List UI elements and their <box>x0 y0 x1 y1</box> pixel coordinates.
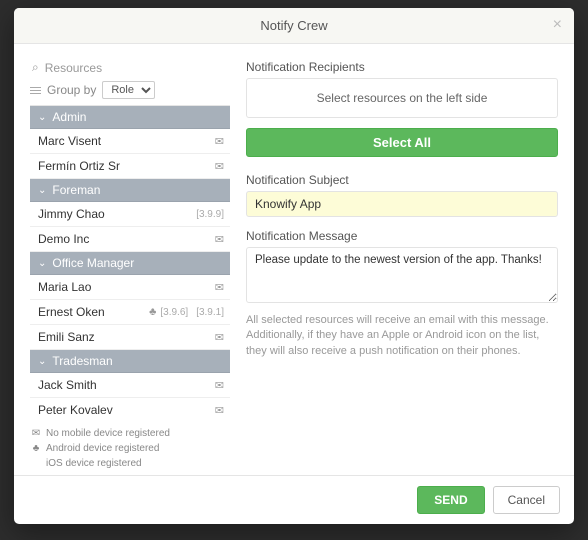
group-name: Foreman <box>52 183 100 197</box>
resource-row[interactable]: Peter Kovalev ✉ <box>30 398 230 418</box>
resource-row[interactable]: Fermín Ortiz Sr ✉ <box>30 154 230 179</box>
search-placeholder: Resources <box>45 61 102 75</box>
resource-row[interactable]: Ernest Oken ♣ [3.9.6] [3.9.1] <box>30 300 230 325</box>
notify-crew-modal: Notify Crew × ⌕ Resources Group by Role … <box>14 8 574 524</box>
group-header[interactable]: ⌄ Admin <box>30 106 230 129</box>
modal-header: Notify Crew × <box>14 8 574 44</box>
resources-panel: ⌕ Resources Group by Role ⌄ Admin Marc Vis… <box>30 58 230 471</box>
resource-row[interactable]: Maria Lao ✉ <box>30 275 230 300</box>
device-legend: ✉ No mobile device registered ♣ Android de… <box>30 426 230 471</box>
group-header[interactable]: ⌄ Foreman <box>30 179 230 202</box>
version-badge: [3.9.6] <box>160 307 188 318</box>
mail-icon: ✉ <box>215 233 224 246</box>
modal-footer: SEND Cancel <box>14 475 574 524</box>
group-name: Admin <box>52 110 86 124</box>
chevron-down-icon: ⌄ <box>38 112 46 123</box>
resource-name: Jimmy Chao <box>38 207 105 221</box>
chevron-down-icon: ⌄ <box>38 356 46 367</box>
device-badges: ✉ <box>215 379 224 392</box>
group-by-select[interactable]: Role <box>102 81 155 99</box>
close-button[interactable]: × <box>553 16 562 34</box>
chevron-down-icon: ⌄ <box>38 258 46 269</box>
resource-row[interactable]: Demo Inc ✉ <box>30 227 230 252</box>
device-badges: ♣ [3.9.6] [3.9.1] <box>149 306 224 318</box>
modal-title: Notify Crew <box>260 18 327 33</box>
resource-name: Maria Lao <box>38 280 91 294</box>
resource-row[interactable]: Jimmy Chao [3.9.9] <box>30 202 230 227</box>
subject-input[interactable] <box>246 191 558 217</box>
resource-name: Peter Kovalev <box>38 403 113 417</box>
device-badges: ✉ <box>215 135 224 148</box>
device-badges: ✉ <box>215 331 224 344</box>
mail-icon: ✉ <box>215 404 224 417</box>
group-by-label: Group by <box>47 83 96 97</box>
device-badges: ✉ <box>215 160 224 173</box>
chevron-down-icon: ⌄ <box>38 185 46 196</box>
android-icon: ♣ <box>149 306 156 318</box>
device-badges: ✉ <box>215 233 224 246</box>
group-header[interactable]: ⌄ Tradesman <box>30 350 230 373</box>
legend-ios: iOS device registered <box>46 456 142 471</box>
android-icon: ♣ <box>30 441 42 456</box>
group-name: Office Manager <box>52 256 134 270</box>
notification-form: Notification Recipients Select resources… <box>246 58 558 471</box>
resource-name: Ernest Oken <box>38 305 105 319</box>
legend-mail: No mobile device registered <box>46 426 170 441</box>
mail-icon: ✉ <box>215 281 224 294</box>
search-icon: ⌕ <box>32 60 39 75</box>
send-button[interactable]: SEND <box>417 486 484 514</box>
message-label: Notification Message <box>246 229 558 243</box>
resource-name: Emili Sanz <box>38 330 95 344</box>
message-textarea[interactable] <box>246 247 558 303</box>
resource-name: Marc Visent <box>38 134 101 148</box>
select-all-button[interactable]: Select All <box>246 128 558 157</box>
mail-icon: ✉ <box>215 379 224 392</box>
resource-search[interactable]: ⌕ Resources <box>30 58 230 79</box>
group-name: Tradesman <box>52 354 112 368</box>
resource-name: Demo Inc <box>38 232 89 246</box>
modal-body: ⌕ Resources Group by Role ⌄ Admin Marc Vis… <box>14 44 574 475</box>
group-header[interactable]: ⌄ Office Manager <box>30 252 230 275</box>
resource-name: Jack Smith <box>38 378 97 392</box>
mail-icon: ✉ <box>215 331 224 344</box>
resource-row[interactable]: Marc Visent ✉ <box>30 129 230 154</box>
help-text: All selected resources will receive an e… <box>246 313 558 359</box>
subject-label: Notification Subject <box>246 173 558 187</box>
version-badge: [3.9.9] <box>196 209 224 220</box>
resource-name: Fermín Ortiz Sr <box>38 159 120 173</box>
hamburger-icon <box>30 85 41 96</box>
device-badges: [3.9.9] <box>192 209 224 220</box>
device-badges: ✉ <box>215 281 224 294</box>
recipients-box: Select resources on the left side <box>246 78 558 118</box>
resource-list: ⌄ Admin Marc Visent ✉ Fermín Ortiz Sr ✉ ⌄ Forem… <box>30 105 230 418</box>
cancel-button[interactable]: Cancel <box>493 486 560 514</box>
resource-row[interactable]: Jack Smith ✉ <box>30 373 230 398</box>
recipients-label: Notification Recipients <box>246 60 558 74</box>
legend-android: Android device registered <box>46 441 159 456</box>
mail-icon: ✉ <box>30 426 42 441</box>
mail-icon: ✉ <box>215 135 224 148</box>
mail-icon: ✉ <box>215 160 224 173</box>
group-by-row: Group by Role <box>30 79 230 105</box>
device-badges: ✉ <box>215 404 224 417</box>
version-badge: [3.9.1] <box>196 307 224 318</box>
resource-row[interactable]: Emili Sanz ✉ <box>30 325 230 350</box>
